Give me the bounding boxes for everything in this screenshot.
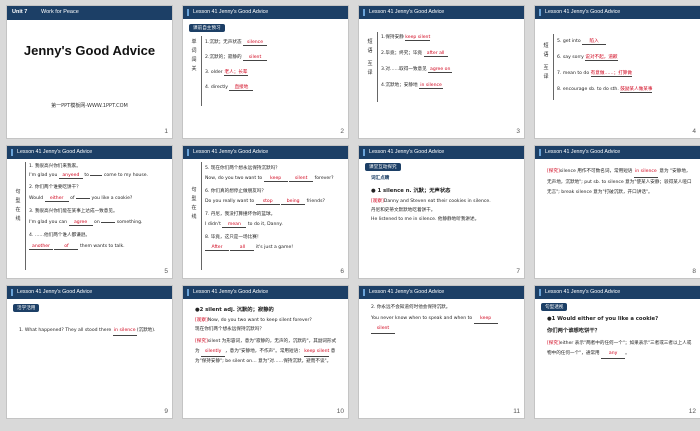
list-item: 6. say sorry 说对不起，道歉 (557, 55, 618, 61)
exercise-question: 2. 你永远不会知道何时他会保持沉默。 (371, 305, 451, 310)
slide-number: 10 (336, 408, 344, 415)
slide-thumbnail-11[interactable]: Lesson 41 Jenny's Good Advice 2. 你永远不会知道… (358, 285, 525, 419)
section-tag: 活学活用 (13, 304, 40, 312)
sentence-cn: 1. 我很高兴你们来我家。 (29, 164, 81, 169)
example-en: [观察]Danny and Steven eat their cookies i… (371, 199, 491, 204)
word-point: ● 1 silence n. 沉默；无声状态 (371, 188, 451, 194)
explanation-text: [探究]silence 用作不可数名词，常用短语 in silence 意为 "… (547, 169, 692, 195)
section-tag: 课前自主预习 (189, 24, 225, 32)
sentence-point: ●1 Would either of you like a cookie? (547, 316, 659, 322)
section-tag: 句型透视 (541, 303, 568, 311)
slide-header: Lesson 41 Jenny's Good Advice (183, 6, 348, 19)
example-cn: 现在你们两个想永远保持沉默吗？ (195, 327, 264, 332)
slide-header: Lesson 41 Jenny's Good Advice (359, 286, 524, 299)
slide-number: 7 (516, 268, 520, 275)
sentence-cn: 7. 丹尼，我没打算撞坏你的篮球。 (205, 212, 276, 217)
slide-number: 4 (692, 128, 696, 135)
list-item: 7. mean to do 有意做……；打算做 (557, 71, 632, 77)
slide-top-banner: Unit 7 Work for Peace (7, 6, 172, 20)
sentence-en: another of them wants to talk. (29, 244, 166, 250)
slide-thumbnail-8[interactable]: Lesson 41 Jenny's Good Advice [探究]silenc… (534, 145, 700, 279)
list-item: 3. older 老人；长辈 (205, 70, 249, 76)
sentence-cn: 2. 你们两个谁要吃饼干？ (29, 185, 81, 190)
list-item: 8. encourage sb. to do sth. 鼓励某人做某事 (557, 87, 653, 93)
slide-thumbnail-7[interactable]: Lesson 41 Jenny's Good Advice 课堂互动探究 词汇点… (358, 145, 525, 279)
section-tag: 课堂互动探究 (365, 163, 401, 171)
sentence-cn: 5. 现在你们两个想永远保持沉默吗？ (205, 166, 280, 171)
divider (201, 162, 202, 270)
slide-number: 6 (340, 268, 344, 275)
exercise-question: 1. What happened? They all stood there i… (19, 326, 164, 336)
example-en: He listened to me in silence. 他静静地听我讲述。 (371, 217, 480, 222)
slide-thumbnail-9[interactable]: Lesson 41 Jenny's Good Advice 活学活用 1. Wh… (6, 285, 173, 419)
list-item: 1.沉默；无声状态 silence (205, 39, 342, 46)
slide-number: 9 (164, 408, 168, 415)
lesson-title: Jenny's Good Advice (23, 43, 156, 58)
slide-thumbnail-1[interactable]: Unit 7 Work for Peace Jenny's Good Advic… (6, 5, 173, 139)
slide-thumbnail-12[interactable]: Lesson 41 Jenny's Good Advice 句型透视 ●1 Wo… (534, 285, 700, 419)
exercise-answer: You never know when to speak and when to… (371, 314, 516, 334)
divider (201, 36, 202, 106)
sub-heading: 词汇点睛 (371, 176, 390, 181)
explanation-text: [探究]either 表示"两者中的任何一个"；如果表示"三者或三者以上人或物中… (547, 339, 692, 359)
slide-number: 8 (692, 268, 696, 275)
sentence-en: Do you really want to stop being friends… (205, 199, 325, 205)
slide-thumbnail-2[interactable]: Lesson 41 Jenny's Good Advice 课前自主预习 单词闯… (182, 5, 349, 139)
sentence-en: Now, do you two want to keep silent fore… (205, 176, 334, 182)
slide-thumbnail-3[interactable]: Lesson 41 Jenny's Good Advice 短语互译 1.保持安… (358, 5, 525, 139)
sentence-en: After all it's just a game! (205, 245, 342, 251)
slide-header: Lesson 41 Jenny's Good Advice (535, 146, 700, 159)
slide-number: 12 (688, 408, 696, 415)
slide-header: Lesson 41 Jenny's Good Advice (359, 6, 524, 19)
side-label: 短语互译 (367, 39, 373, 76)
list-item: 4. directly 直接地 (205, 84, 342, 91)
slide-number: 3 (516, 128, 520, 135)
divider (25, 162, 26, 270)
sentence-cn: 你们两个谁想吃饼干？ (547, 328, 600, 334)
sentence-en: I'm glad you anyeed to come to my house. (29, 173, 149, 179)
slide-thumbnail-10[interactable]: Lesson 41 Jenny's Good Advice ●2 silent … (182, 285, 349, 419)
slide-header: Lesson 41 Jenny's Good Advice (7, 146, 172, 159)
example-en: [观察]Now, do you two want to keep silent … (195, 318, 312, 323)
slide-header: Lesson 41 Jenny's Good Advice (535, 286, 700, 299)
slide-number: 5 (164, 268, 168, 275)
slide-number: 2 (340, 128, 344, 135)
sentence-en: I didn't mean to do it, Danny. (205, 222, 283, 228)
unit-title: Work for Peace (41, 9, 79, 15)
sentence-en: I'm glad you can agree on something. (29, 220, 143, 226)
list-item: 2.沉默的；寂静的 silent (205, 54, 342, 61)
word-point: ●2 silent adj. 沉默的；寂静的 (195, 307, 274, 313)
slide-header: Lesson 41 Jenny's Good Advice (535, 6, 700, 19)
sentence-cn: 4. ……他们两个谁人都谦逊。 (29, 233, 90, 238)
sentence-cn: 6. 你们真的想停止做朋友吗？ (205, 189, 266, 194)
sentence-cn: 3. 我很高兴你们能在某事上达成一致意见。 (29, 209, 118, 214)
side-label: 句型在线 (15, 189, 21, 222)
footer-text: 第一PPT模板网-WWW.1PPT.COM (51, 103, 128, 109)
sentence-en: Would either of you like a cookie? (29, 196, 133, 202)
list-item: 1.保持安静 keep silent (381, 35, 431, 41)
list-item: 2.毕竟；终究；毕竟 after all (381, 50, 518, 57)
divider (377, 32, 378, 102)
list-item: 5. get into 陷入 (557, 38, 694, 45)
unit-label: Unit 7 (12, 9, 28, 15)
slide-number: 11 (513, 408, 520, 415)
slide-thumbnail-grid: Unit 7 Work for Peace Jenny's Good Advic… (6, 5, 700, 419)
slide-header: Lesson 41 Jenny's Good Advice (183, 286, 348, 299)
side-label: 短语互译 (543, 43, 549, 80)
example-cn: 丹尼和史蒂文默默地吃着饼干。 (371, 208, 436, 213)
list-item: 4.沉默地；安静地 in silence (381, 83, 444, 89)
sentence-cn: 8. 毕竟，这只是一场比赛！ (205, 235, 262, 240)
slide-thumbnail-4[interactable]: Lesson 41 Jenny's Good Advice 短语互译 5. ge… (534, 5, 700, 139)
slide-thumbnail-5[interactable]: Lesson 41 Jenny's Good Advice 句型在线 1. 我很… (6, 145, 173, 279)
side-label: 句型在线 (191, 187, 197, 220)
side-label: 单词闯关 (191, 39, 197, 72)
slide-header: Lesson 41 Jenny's Good Advice (183, 146, 348, 159)
slide-header: Lesson 41 Jenny's Good Advice (359, 146, 524, 159)
divider (553, 34, 554, 100)
slide-number: 1 (164, 128, 168, 135)
explanation-text: [探究]silent 为形容词，意为"寂静的，无声的，沉默的"，其副词形式为 s… (195, 339, 337, 364)
slide-thumbnail-6[interactable]: Lesson 41 Jenny's Good Advice 句型在线 5. 现在… (182, 145, 349, 279)
list-item: 3.对……取得一致意见 agree on (381, 67, 453, 73)
slide-header: Lesson 41 Jenny's Good Advice (7, 286, 172, 299)
